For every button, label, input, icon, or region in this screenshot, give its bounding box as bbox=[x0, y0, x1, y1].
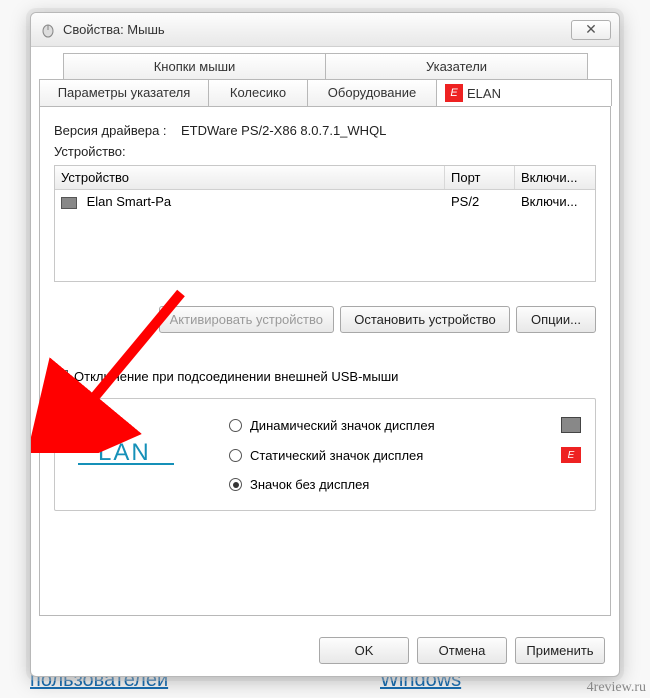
activate-device-button: Активировать устройство bbox=[159, 306, 334, 333]
disable-on-usb-row[interactable]: ✔ Отключение при подсоединении внешней U… bbox=[54, 369, 596, 384]
svg-text:LAN: LAN bbox=[98, 439, 151, 466]
tab-pointers[interactable]: Указатели bbox=[325, 53, 588, 79]
radio-dynamic-row[interactable]: Динамический значок дисплея bbox=[229, 417, 581, 433]
radio-static-row[interactable]: Статический значок дисплея E bbox=[229, 447, 581, 463]
table-empty-area bbox=[55, 213, 595, 281]
tab-hardware[interactable]: Оборудование bbox=[307, 79, 437, 106]
driver-version-label: Версия драйвера : bbox=[54, 123, 167, 138]
elan-panel: Версия драйвера : ETDWare PS/2-X86 8.0.7… bbox=[39, 106, 611, 616]
table-row[interactable]: Elan Smart-Pa PS/2 Включи... bbox=[55, 190, 595, 213]
row-device-name: Elan Smart-Pa bbox=[87, 194, 172, 209]
titlebar: Свойства: Мышь ✕ bbox=[31, 13, 619, 47]
elan-logo: E LAN bbox=[69, 417, 199, 477]
radio-none-label: Значок без дисплея bbox=[250, 477, 369, 492]
apply-button[interactable]: Применить bbox=[515, 637, 605, 664]
stop-device-button[interactable]: Остановить устройство bbox=[340, 306, 510, 333]
radio-none[interactable] bbox=[229, 478, 242, 491]
tabs-row-2: Параметры указателя Колесико Оборудовани… bbox=[39, 79, 611, 106]
device-table: Устройство Порт Включи... Elan Smart-Pa … bbox=[54, 165, 596, 282]
col-port-header[interactable]: Порт bbox=[445, 166, 515, 189]
mouse-icon bbox=[39, 21, 57, 39]
device-label: Устройство: bbox=[54, 144, 596, 159]
watermark: 4review.ru bbox=[587, 680, 646, 696]
window-title: Свойства: Мышь bbox=[63, 22, 571, 37]
tray-icon-group: E LAN Динамический значок дисплея Статич… bbox=[54, 398, 596, 511]
dialog-buttons: OK Отмена Применить bbox=[319, 637, 605, 664]
cancel-button[interactable]: Отмена bbox=[417, 637, 507, 664]
tab-elan[interactable]: E ELAN bbox=[436, 79, 612, 106]
device-buttons-row: Активировать устройство Остановить устро… bbox=[54, 306, 596, 333]
disable-on-usb-label: Отключение при подсоединении внешней USB… bbox=[74, 369, 398, 384]
ok-button[interactable]: OK bbox=[319, 637, 409, 664]
radio-static[interactable] bbox=[229, 449, 242, 462]
col-enabled-header[interactable]: Включи... bbox=[515, 166, 595, 189]
tab-elan-label: ELAN bbox=[467, 86, 501, 101]
close-button[interactable]: ✕ bbox=[571, 20, 611, 40]
radio-dynamic[interactable] bbox=[229, 419, 242, 432]
tab-pointer-options[interactable]: Параметры указателя bbox=[39, 79, 209, 106]
col-device-header[interactable]: Устройство bbox=[55, 166, 445, 189]
options-button[interactable]: Опции... bbox=[516, 306, 596, 333]
svg-text:E: E bbox=[77, 427, 94, 456]
driver-version-row: Версия драйвера : ETDWare PS/2-X86 8.0.7… bbox=[54, 123, 596, 138]
content-area: Кнопки мыши Указатели Параметры указател… bbox=[31, 47, 619, 624]
row-enabled-cell: Включи... bbox=[515, 190, 595, 213]
mouse-properties-window: Свойства: Мышь ✕ Кнопки мыши Указатели П… bbox=[30, 12, 620, 677]
tabs-row-1: Кнопки мыши Указатели bbox=[63, 53, 587, 79]
disable-on-usb-checkbox[interactable]: ✔ bbox=[54, 370, 68, 384]
radio-none-row[interactable]: Значок без дисплея bbox=[229, 477, 581, 492]
radio-static-label: Статический значок дисплея bbox=[250, 448, 423, 463]
radio-dynamic-label: Динамический значок дисплея bbox=[250, 418, 435, 433]
display-icon bbox=[561, 417, 581, 433]
tab-wheel[interactable]: Колесико bbox=[208, 79, 308, 106]
elan-small-icon: E bbox=[561, 447, 581, 463]
tray-icon-radios: Динамический значок дисплея Статический … bbox=[229, 417, 581, 492]
tab-buttons[interactable]: Кнопки мыши bbox=[63, 53, 326, 79]
row-port-cell: PS/2 bbox=[445, 190, 515, 213]
device-table-header: Устройство Порт Включи... bbox=[55, 166, 595, 190]
elan-icon: E bbox=[445, 84, 463, 102]
close-icon: ✕ bbox=[585, 21, 597, 38]
row-device-cell: Elan Smart-Pa bbox=[55, 190, 445, 213]
touchpad-icon bbox=[61, 197, 77, 209]
driver-version-value: ETDWare PS/2-X86 8.0.7.1_WHQL bbox=[181, 123, 386, 138]
